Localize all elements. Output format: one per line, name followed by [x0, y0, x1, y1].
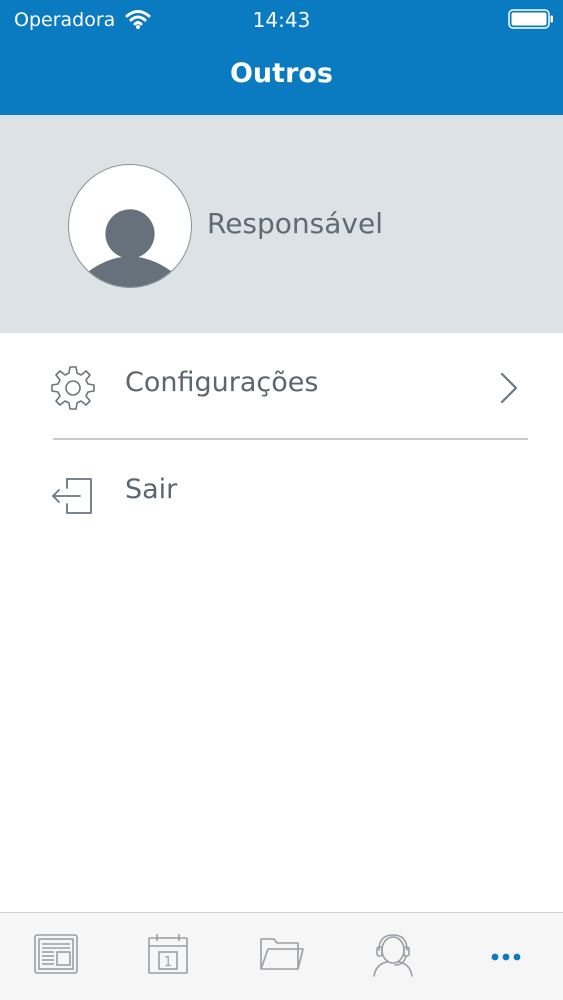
tab-more[interactable] — [450, 913, 562, 1000]
support-agent-icon — [373, 934, 413, 977]
calendar-icon: 1 — [148, 934, 188, 974]
logout-icon — [52, 478, 92, 514]
more-dots-icon — [491, 953, 521, 961]
tab-files[interactable] — [225, 913, 337, 1000]
tab-news[interactable] — [0, 913, 112, 1000]
menu-item-configuracoes[interactable]: Configurações — [0, 333, 563, 440]
profile-name: Responsável — [207, 207, 383, 240]
tab-support[interactable] — [337, 913, 449, 1000]
folder-icon — [260, 938, 304, 970]
profile-section: Responsável — [0, 115, 563, 333]
calendar-day-label: 1 — [164, 955, 172, 970]
clock-label: 14:43 — [252, 8, 311, 32]
tab-bar: 1 — [0, 912, 563, 1000]
menu-item-label: Sair — [125, 474, 178, 505]
tab-calendar[interactable]: 1 — [112, 913, 224, 1000]
settings-menu: Configurações Sair — [0, 333, 563, 514]
menu-item-label: Configurações — [125, 367, 319, 398]
news-icon — [34, 934, 78, 974]
user-silhouette-icon — [88, 209, 172, 287]
menu-item-sair[interactable]: Sair — [0, 440, 563, 545]
status-bar: Operadora 14:43 — [0, 0, 563, 40]
gear-icon — [51, 366, 95, 410]
battery-icon — [508, 9, 553, 29]
avatar[interactable] — [68, 164, 192, 288]
page-title: Outros — [229, 58, 334, 89]
app-header: Operadora 14:43 Outros — [0, 0, 563, 115]
chevron-right-icon — [500, 372, 518, 404]
